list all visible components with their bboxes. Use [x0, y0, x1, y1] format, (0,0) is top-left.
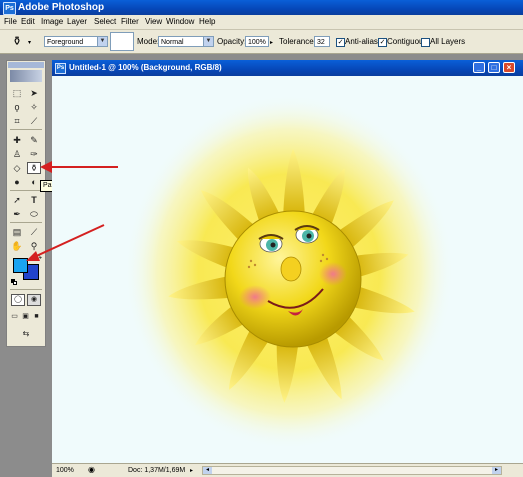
minimize-button[interactable]: _ [473, 62, 485, 73]
antialias-label: Anti-alias [345, 37, 378, 46]
crop-tool-icon[interactable]: ⌗ [10, 115, 24, 127]
notes-tool-icon[interactable]: ▤ [10, 226, 24, 238]
swap-colors-icon[interactable]: ↷ [35, 255, 43, 263]
toolbox-divider [10, 129, 42, 130]
menu-view[interactable]: View [145, 17, 162, 27]
mode-label: Mode: [137, 37, 160, 46]
default-colors-icon[interactable] [11, 279, 17, 285]
tolerance-label: Tolerance: [279, 37, 316, 46]
menu-help[interactable]: Help [199, 17, 215, 27]
blur-tool-icon[interactable]: ● [10, 176, 24, 188]
eraser-tool-icon[interactable]: ◇ [10, 162, 24, 174]
menu-filter[interactable]: Filter [121, 17, 139, 27]
toolbox-divider [10, 289, 42, 290]
opacity-input[interactable]: 100% [245, 36, 269, 47]
zoom-tool-icon[interactable]: ⚲ [27, 240, 41, 252]
eyedropper-tool-icon[interactable]: ⟋ [27, 226, 41, 238]
scroll-right-icon[interactable]: ▸ [492, 467, 501, 474]
menu-file[interactable]: File [4, 17, 17, 27]
close-button[interactable]: × [503, 62, 515, 73]
image-canvas[interactable] [52, 76, 523, 463]
full-screen-menu-mode-icon[interactable]: ▣ [20, 311, 31, 323]
toolbox-divider [10, 190, 42, 191]
zoom-level[interactable]: 100% [56, 466, 74, 476]
opacity-arrow-icon[interactable]: ▸ [270, 38, 273, 48]
standard-screen-mode-icon[interactable]: ▭ [9, 311, 20, 323]
chevron-down-icon: ▼ [97, 37, 107, 46]
app-title: Adobe Photoshop [18, 2, 105, 13]
mode-select[interactable]: Normal ▼ [158, 36, 214, 47]
maximize-button[interactable]: □ [488, 62, 500, 73]
pattern-picker[interactable] [110, 32, 134, 51]
magic-wand-tool-icon[interactable]: ✧ [27, 101, 41, 113]
chevron-down-icon: ▼ [203, 37, 213, 46]
hand-tool-icon[interactable]: ✋ [10, 240, 24, 252]
app-title-bar: Ps Adobe Photoshop [0, 0, 523, 15]
scroll-left-icon[interactable]: ◂ [203, 467, 212, 474]
photoshop-icon: Ps [3, 2, 16, 15]
move-tool-icon[interactable]: ➤ [27, 87, 41, 99]
toolbox-grip[interactable] [8, 62, 44, 68]
all-layers-checkbox[interactable] [421, 38, 430, 47]
menu-layer[interactable]: Layer [67, 17, 87, 27]
sun-illustration [124, 94, 454, 450]
history-brush-tool-icon[interactable]: ✑ [27, 148, 41, 160]
menu-window[interactable]: Window [166, 17, 194, 27]
mode-value: Normal [161, 39, 184, 46]
opacity-label: Opacity: [217, 37, 247, 46]
toolbox: ⬚ ➤ ϙ ✧ ⌗ ⟋ ✚ ✎ ♙ ✑ ◇ ⚱ ● ◐ ➚ T ✒ ⬭ ▤ ⟋ … [6, 60, 46, 347]
paint-bucket-preset-icon[interactable]: ⚱ [12, 34, 22, 48]
contiguous-checkbox[interactable]: ✓ [378, 38, 387, 47]
menu-image[interactable]: Image [41, 17, 63, 27]
status-info-icon[interactable]: ◉ [88, 465, 95, 475]
dodge-tool-icon[interactable]: ◐ [27, 176, 41, 188]
fill-source-value: Foreground [47, 39, 84, 46]
preset-dropdown-arrow-icon[interactable]: ▾ [28, 38, 31, 48]
antialias-checkbox[interactable]: ✓ [336, 38, 345, 47]
healing-brush-tool-icon[interactable]: ✚ [10, 134, 24, 146]
marquee-tool-icon[interactable]: ⬚ [10, 87, 24, 99]
status-bar: 100% ◉ Doc: 1,37M/1,69M ▸ ◂ ▸ [52, 463, 523, 477]
standard-mode-icon[interactable]: ◯ [11, 294, 25, 306]
menu-select[interactable]: Select [94, 17, 116, 27]
document-title: Untitled-1 @ 100% (Background, RGB/8) [69, 63, 222, 72]
document-size-info[interactable]: Doc: 1,37M/1,69M [128, 466, 185, 476]
fill-source-select[interactable]: Foreground ▼ [44, 36, 108, 47]
horizontal-scrollbar[interactable]: ◂ ▸ [202, 466, 502, 475]
shape-tool-icon[interactable]: ⬭ [27, 208, 41, 220]
toolbox-divider [10, 222, 42, 223]
status-menu-arrow-icon[interactable]: ▸ [190, 466, 193, 476]
path-selection-tool-icon[interactable]: ➚ [10, 194, 24, 206]
pen-tool-icon[interactable]: ✒ [10, 208, 24, 220]
all-layers-label: All Layers [430, 37, 466, 46]
jump-to-imageready-icon[interactable]: ⇆ [13, 328, 39, 340]
full-screen-mode-icon[interactable]: ■ [31, 311, 42, 323]
document-icon: Ps [55, 63, 66, 74]
tolerance-input[interactable]: 32 [314, 36, 330, 47]
feather-logo-icon[interactable] [10, 70, 42, 82]
document-title-bar[interactable]: Ps Untitled-1 @ 100% (Background, RGB/8)… [52, 60, 523, 76]
brush-tool-icon[interactable]: ✎ [27, 134, 41, 146]
slice-tool-icon[interactable]: ⟋ [27, 115, 41, 127]
menu-edit[interactable]: Edit [21, 17, 35, 27]
clone-stamp-tool-icon[interactable]: ♙ [10, 148, 24, 160]
options-bar: ⚱ ▾ Foreground ▼ Mode: Normal ▼ Opacity:… [0, 30, 523, 54]
document-window: Ps Untitled-1 @ 100% (Background, RGB/8)… [52, 60, 523, 477]
foreground-color-swatch[interactable] [13, 258, 28, 273]
type-tool-icon[interactable]: T [27, 194, 41, 206]
paint-bucket-tool-icon[interactable]: ⚱ [27, 162, 41, 174]
menu-bar: File Edit Image Layer Select Filter View… [0, 15, 523, 30]
lasso-tool-icon[interactable]: ϙ [10, 101, 24, 113]
quick-mask-mode-icon[interactable]: ◉ [27, 294, 41, 306]
